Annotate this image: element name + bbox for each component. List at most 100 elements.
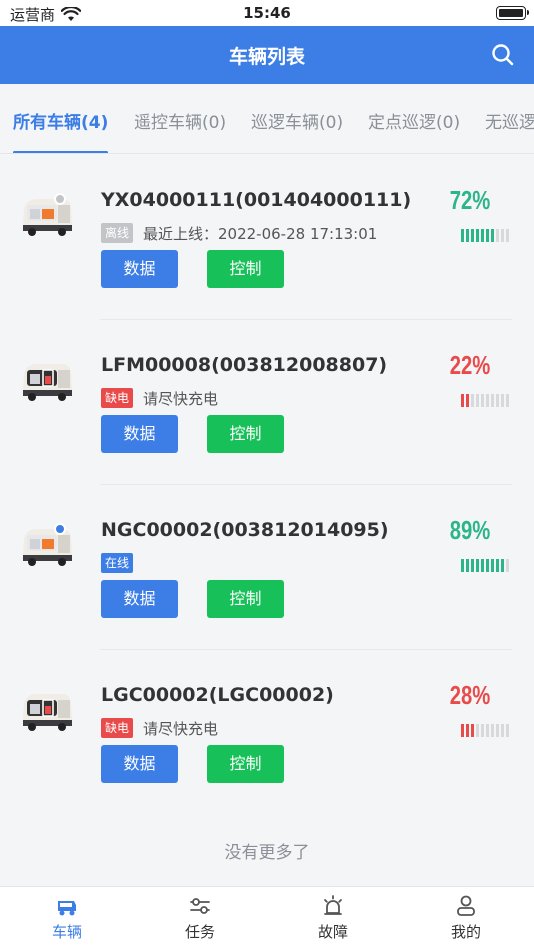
status-badge: 在线 (101, 553, 134, 573)
battery-bar-segment (486, 559, 489, 572)
battery-bar-segment (471, 394, 474, 407)
battery-bar-segment (466, 559, 469, 572)
battery-bar-segment (461, 559, 464, 572)
vehicle-list-item[interactable]: LFM00008(003812008807) 缺电 请尽快充电 数据 控制 22% (0, 320, 534, 485)
active-tab-indicator (13, 151, 108, 153)
battery-bar-segment (501, 394, 504, 407)
battery-bar-segment (471, 724, 474, 737)
vehicle-list-item[interactable]: YX04000111(001404000111) 离线 最近上线：2022-06-2… (0, 155, 534, 320)
tab-remote-vehicles[interactable]: 遥控车辆(0) (134, 108, 226, 133)
tabbar-label: 故障 (317, 923, 348, 941)
battery-percent: 89% (449, 515, 491, 545)
tab-fixed-patrol[interactable]: 定点巡逻(0) (368, 108, 460, 133)
status-time: 15:46 (243, 4, 291, 22)
battery-bar-segment (476, 559, 479, 572)
battery-bar-segment (476, 229, 479, 242)
data-button[interactable]: 数据 (101, 745, 178, 783)
battery-bar-segment (486, 229, 489, 242)
battery-bar-segment (501, 229, 504, 242)
battery-bar-segment (466, 394, 469, 407)
nav-bar: 车辆列表 (0, 26, 534, 84)
vehicle-name: YX04000111(001404000111) (101, 189, 412, 211)
vehicle-thumbnail-icon (23, 529, 72, 566)
battery-bar-segment (491, 559, 494, 572)
status-text: 请尽快充电 (143, 390, 219, 408)
no-more-text: 没有更多了 (224, 843, 310, 863)
page-title: 车辆列表 (228, 46, 305, 68)
battery-bar-segment (476, 394, 479, 407)
tab-no-patrol[interactable]: 无巡逻 (485, 108, 534, 133)
data-button[interactable]: 数据 (101, 580, 178, 618)
tabbar-tasks[interactable]: 任务 (160, 893, 240, 942)
control-button[interactable]: 控制 (207, 415, 284, 453)
status-text: 请尽快充电 (143, 720, 219, 738)
battery-bar-segment (461, 724, 464, 737)
battery-bar-segment (491, 394, 494, 407)
tab-all-vehicles[interactable]: 所有车辆(4) (13, 108, 108, 133)
battery-bar-segment (476, 724, 479, 737)
battery-bar-segment (481, 394, 484, 407)
status-text: 最近上线：2022-06-28 17:13:01 (143, 225, 378, 243)
vehicle-name: LGC00002(LGC00002) (101, 684, 334, 706)
battery-level-bars (461, 229, 509, 242)
task-icon (190, 898, 210, 914)
alarm-icon (324, 895, 342, 915)
bottom-tab-bar: 车辆 任务 故障 我的 (0, 886, 534, 950)
profile-icon (457, 895, 475, 916)
search-icon[interactable] (490, 42, 516, 68)
data-button[interactable]: 数据 (101, 415, 178, 453)
control-button[interactable]: 控制 (207, 580, 284, 618)
vehicle-list-item[interactable]: NGC00002(003812014095) 在线数据 控制 89% (0, 485, 534, 650)
tabbar-profile[interactable]: 我的 (426, 893, 506, 942)
vehicle-thumbnail-icon (23, 364, 72, 401)
battery-bar-segment (496, 724, 499, 737)
battery-bar-segment (481, 229, 484, 242)
control-button[interactable]: 控制 (207, 745, 284, 783)
tabbar-label: 我的 (450, 923, 481, 941)
tabbar-vehicles[interactable]: 车辆 (27, 893, 107, 942)
vehicle-thumbnail-icon (23, 694, 72, 731)
battery-level-bars (461, 724, 509, 737)
battery-bar-segment (506, 394, 509, 407)
vehicle-name: NGC00002(003812014095) (101, 519, 389, 541)
battery-bar-segment (486, 394, 489, 407)
battery-bar-segment (496, 394, 499, 407)
status-badge: 离线 (101, 223, 134, 243)
battery-bar-segment (481, 724, 484, 737)
battery-bar-segment (471, 229, 474, 242)
battery-bar-segment (496, 229, 499, 242)
battery-bar-segment (471, 559, 474, 572)
vehicle-icon (58, 901, 76, 916)
tabbar-faults[interactable]: 故障 (293, 893, 373, 942)
battery-bar-segment (491, 229, 494, 242)
battery-bar-segment (491, 724, 494, 737)
battery-bar-segment (466, 724, 469, 737)
filter-tabs: 所有车辆(4) 遥控车辆(0) 巡逻车辆(0) 定点巡逻(0) 无巡逻 (0, 84, 534, 154)
vehicle-name: LFM00008(003812008807) (101, 354, 388, 376)
battery-bar-segment (461, 229, 464, 242)
vehicle-thumbnail-icon (23, 199, 72, 236)
battery-bar-segment (506, 229, 509, 242)
online-status-dot (54, 523, 66, 535)
tabbar-label: 车辆 (51, 923, 82, 941)
data-button[interactable]: 数据 (101, 250, 178, 288)
battery-icon (496, 6, 529, 20)
battery-level-bars (461, 394, 509, 407)
tab-patrol-vehicles[interactable]: 巡逻车辆(0) (251, 108, 343, 133)
battery-bar-segment (496, 559, 499, 572)
battery-percent: 22% (449, 350, 491, 380)
tabbar-label: 任务 (184, 923, 215, 941)
battery-bar-segment (501, 559, 504, 572)
vehicle-list: YX04000111(001404000111) 离线 最近上线：2022-06-2… (0, 155, 534, 815)
battery-bar-segment (501, 724, 504, 737)
online-status-dot (54, 193, 66, 205)
battery-bar-segment (481, 559, 484, 572)
battery-bar-segment (506, 724, 509, 737)
control-button[interactable]: 控制 (207, 250, 284, 288)
battery-percent: 72% (449, 185, 491, 215)
battery-bar-segment (461, 394, 464, 407)
battery-bar-segment (486, 724, 489, 737)
battery-percent: 28% (449, 680, 491, 710)
battery-bar-segment (466, 229, 469, 242)
vehicle-list-item[interactable]: LGC00002(LGC00002) 缺电 请尽快充电 数据 控制 28% (0, 650, 534, 815)
